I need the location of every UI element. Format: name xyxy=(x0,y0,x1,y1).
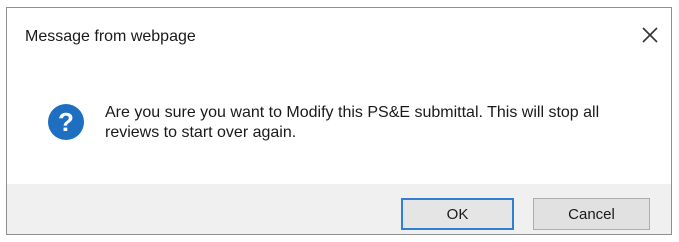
dialog-title-bar[interactable]: Message from webpage xyxy=(7,8,671,64)
dialog-title: Message from webpage xyxy=(25,28,196,45)
svg-text:?: ? xyxy=(58,107,74,137)
dialog-message: Are you sure you want to Modify this PS&… xyxy=(105,104,600,141)
dialog-content: ? Are you sure you want to Modify this P… xyxy=(7,64,671,186)
ok-button[interactable]: OK xyxy=(401,198,514,230)
dialog-button-bar: OK Cancel xyxy=(7,184,671,234)
close-icon[interactable] xyxy=(639,24,661,46)
cancel-button[interactable]: Cancel xyxy=(533,198,650,230)
question-icon: ? xyxy=(46,102,86,142)
message-dialog: Message from webpage ? Are you sure you … xyxy=(6,7,672,235)
